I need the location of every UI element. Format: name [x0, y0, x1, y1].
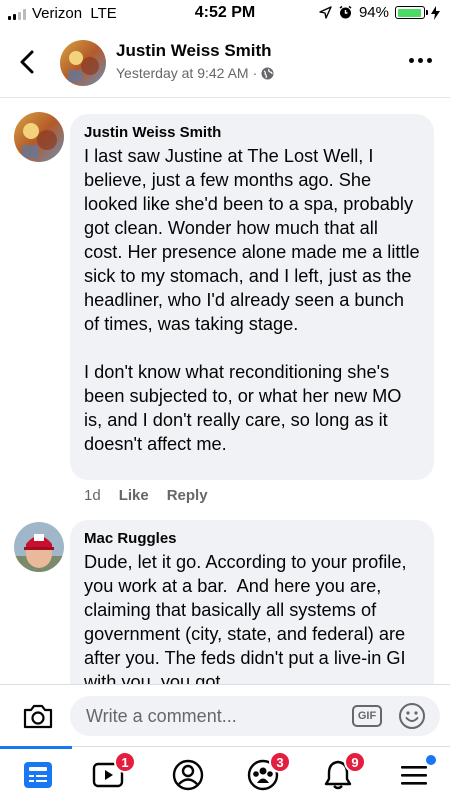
tab-profile[interactable]	[170, 757, 206, 793]
tab-groups[interactable]: 3	[245, 751, 291, 793]
comment-author[interactable]: Mac Ruggles	[84, 530, 420, 547]
comment-bubble[interactable]: Mac Ruggles Dude, let it go. According t…	[70, 520, 434, 684]
profile-icon	[172, 759, 204, 791]
status-right: 94%	[319, 4, 440, 21]
back-button[interactable]	[16, 48, 40, 76]
avatar[interactable]	[14, 112, 64, 162]
comment-text: Dude, let it go. According to your profi…	[84, 552, 412, 684]
reply-button[interactable]: Reply	[167, 487, 208, 504]
battery-percent: 94%	[358, 4, 389, 21]
emoji-button[interactable]	[398, 702, 426, 735]
chevron-left-icon	[20, 50, 34, 74]
status-bar: Verizon LTE 4:52 PM 94%	[0, 0, 450, 28]
comment-input[interactable]: Write a comment...	[70, 696, 440, 736]
watch-badge: 1	[114, 751, 136, 773]
tab-watch[interactable]: 1	[90, 751, 136, 793]
post-meta: Yesterday at 9:42 AM ·	[116, 65, 274, 81]
comment-age[interactable]: 1d	[84, 487, 101, 504]
avatar[interactable]	[14, 522, 64, 572]
emoji-icon	[399, 703, 425, 729]
comment-composer: Write a comment... GIF	[0, 684, 450, 746]
bottom-tab-bar: 1 3 9	[0, 746, 450, 800]
menu-dot-badge	[426, 755, 436, 765]
more-options-button[interactable]	[409, 58, 432, 63]
camera-button[interactable]	[22, 702, 54, 735]
tab-menu[interactable]	[396, 755, 436, 793]
more-dots-icon	[409, 58, 414, 63]
like-button[interactable]: Like	[119, 487, 149, 504]
post-timestamp[interactable]: Yesterday at 9:42 AM	[116, 65, 249, 81]
avatar[interactable]	[60, 40, 106, 86]
gif-button[interactable]: GIF	[352, 705, 382, 727]
groups-badge: 3	[269, 751, 291, 773]
comment-author[interactable]: Justin Weiss Smith	[84, 124, 420, 141]
active-tab-indicator	[0, 746, 72, 749]
tab-news-feed[interactable]	[20, 757, 56, 793]
globe-icon	[261, 67, 274, 79]
battery-icon	[395, 6, 428, 19]
comment-input-placeholder: Write a comment...	[86, 705, 237, 726]
comment-text: I last saw Justine at The Lost Well, I b…	[84, 146, 420, 454]
tab-notifications[interactable]: 9	[320, 751, 366, 793]
post-header: Justin Weiss Smith Yesterday at 9:42 AM …	[0, 28, 450, 98]
comment-actions: 1d Like Reply	[84, 487, 208, 504]
notifications-badge: 9	[344, 751, 366, 773]
comment-bubble[interactable]: Justin Weiss Smith I last saw Justine at…	[70, 114, 434, 480]
location-icon	[319, 6, 332, 19]
alarm-icon	[339, 5, 352, 19]
news-feed-icon	[24, 762, 52, 788]
charging-icon	[431, 5, 440, 20]
camera-icon	[23, 704, 53, 729]
comment: Mac Ruggles Dude, let it go. According t…	[0, 520, 450, 684]
meta-separator: ·	[252, 65, 258, 81]
post-author-name[interactable]: Justin Weiss Smith	[116, 41, 272, 61]
